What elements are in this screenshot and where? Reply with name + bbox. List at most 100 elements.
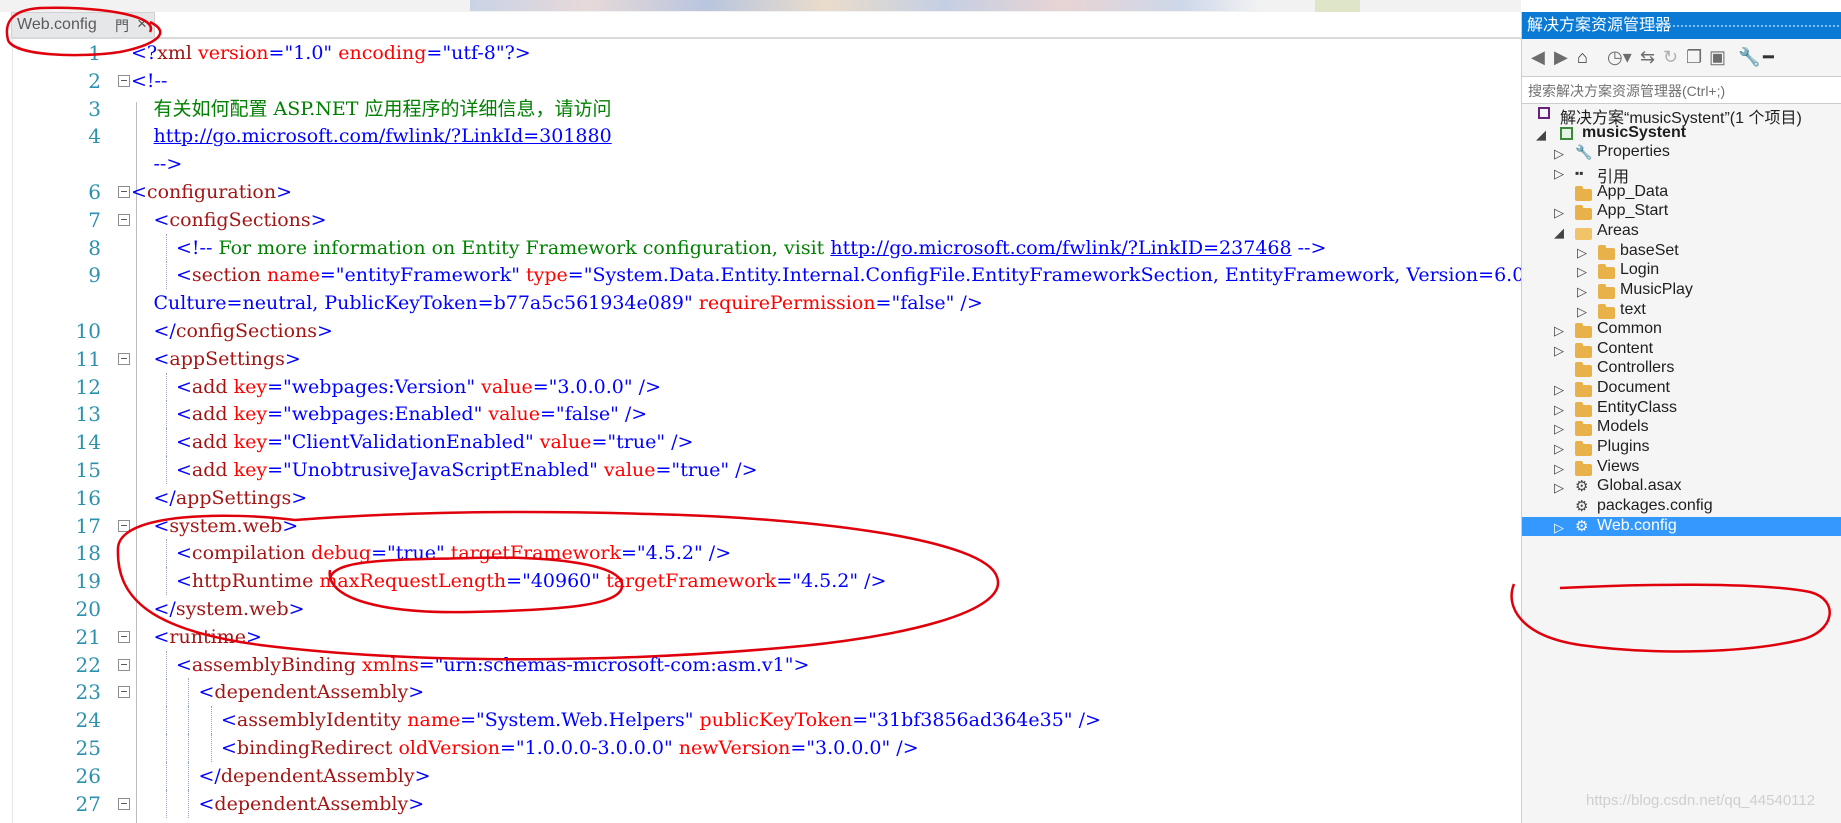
tree-item-label: musicSystent bbox=[1582, 123, 1687, 141]
code-token: name bbox=[260, 264, 320, 287]
code-line[interactable]: 2 <!-- bbox=[13, 67, 1522, 95]
code-line[interactable]: 13 <add key="webpages:Enabled" value="fal… bbox=[13, 400, 1522, 429]
history-icon[interactable]: ◷▾ bbox=[1607, 47, 1632, 67]
tree-item-selected[interactable]: ▷ ⚙ Web.config bbox=[1522, 516, 1841, 537]
code-line[interactable]: 8 <!-- For more information on Entity Fra… bbox=[13, 233, 1522, 262]
expand-arrow-icon[interactable]: ▷ bbox=[1554, 166, 1564, 182]
code-line[interactable]: 20 </system.web> bbox=[13, 595, 1522, 623]
code-line[interactable]: Culture=neutral, PublicKeyToken=b77a5c56… bbox=[13, 289, 1522, 317]
tree-item[interactable]: ◢ Areas bbox=[1522, 222, 1841, 242]
tree-item[interactable]: ▷ Common bbox=[1522, 320, 1841, 340]
forward-icon[interactable]: ▶ bbox=[1554, 47, 1568, 67]
tree-item[interactable]: ▷ MusicPlay bbox=[1522, 281, 1841, 301]
tree-item[interactable]: ▷ 🔧 Properties bbox=[1522, 143, 1841, 163]
solution-explorer-search[interactable] bbox=[1522, 76, 1841, 104]
tree-item[interactable]: ▷ ⚙ Global.asax bbox=[1522, 477, 1841, 497]
fold-toggle-icon[interactable] bbox=[118, 630, 130, 643]
tree-item[interactable]: ▷ Content bbox=[1522, 340, 1841, 360]
expand-arrow-icon[interactable]: ▷ bbox=[1554, 343, 1564, 359]
code-line[interactable]: 11 <appSettings> bbox=[13, 345, 1522, 373]
tree-item[interactable]: ▷ Login bbox=[1522, 261, 1841, 281]
code-line[interactable]: 21 <runtime> bbox=[13, 623, 1522, 651]
document-tab-web-config[interactable]: Web.config ⾨ × bbox=[11, 12, 155, 37]
tree-item[interactable]: ▷ Models bbox=[1522, 418, 1841, 438]
code-line[interactable]: 3 有关如何配置 ASP.NET 应用程序的详细信息，请访问 bbox=[13, 95, 1522, 123]
code-token: value bbox=[482, 403, 541, 426]
code-token: =" bbox=[591, 431, 617, 454]
properties-icon[interactable]: 🔧 bbox=[1738, 47, 1760, 67]
code-line[interactable]: 15 <add key="UnobtrusiveJavaScriptEnabled… bbox=[13, 456, 1522, 484]
home-icon[interactable]: ⌂ bbox=[1577, 47, 1588, 67]
code-line[interactable]: 12 <add key="webpages:Version" value="3.0… bbox=[13, 372, 1522, 401]
expand-arrow-icon[interactable]: ▷ bbox=[1554, 402, 1564, 418]
code-line[interactable]: 7 <configSections> bbox=[13, 206, 1522, 234]
fold-toggle-icon[interactable] bbox=[118, 352, 130, 365]
expand-arrow-icon[interactable]: ▷ bbox=[1554, 520, 1564, 536]
tree-item[interactable]: ▷ baseSet bbox=[1522, 242, 1841, 262]
tree-item[interactable]: ▷ Plugins bbox=[1522, 438, 1841, 458]
expand-arrow-icon[interactable]: ◢ bbox=[1536, 127, 1546, 143]
code-line[interactable]: 19 <httpRuntime maxRequestLength="40960" … bbox=[13, 567, 1522, 596]
code-line[interactable]: --> bbox=[13, 150, 1522, 178]
sync-icon[interactable]: ⇆ bbox=[1640, 47, 1655, 67]
code-line[interactable]: 23 <dependentAssembly> bbox=[13, 678, 1522, 707]
code-line[interactable]: 26 </dependentAssembly> bbox=[13, 761, 1522, 790]
expand-arrow-icon[interactable]: ▷ bbox=[1554, 441, 1564, 457]
show-all-files-icon[interactable]: ▣ bbox=[1709, 47, 1726, 67]
expand-arrow-icon[interactable]: ▷ bbox=[1577, 245, 1587, 261]
expand-arrow-icon[interactable]: ▷ bbox=[1554, 205, 1564, 221]
tree-item[interactable]: ▷ EntityClass bbox=[1522, 399, 1841, 419]
code-line[interactable]: 10 </configSections> bbox=[13, 317, 1522, 345]
code-line[interactable]: 18 <compilation debug="true" targetFramew… bbox=[13, 539, 1522, 568]
fold-toggle-icon[interactable] bbox=[118, 213, 130, 226]
expand-arrow-icon[interactable]: ▷ bbox=[1554, 421, 1564, 437]
expand-arrow-icon[interactable]: ▷ bbox=[1577, 284, 1587, 300]
expand-arrow-icon[interactable]: ▷ bbox=[1554, 480, 1564, 496]
close-tab-icon[interactable]: × bbox=[137, 14, 147, 34]
code-line[interactable]: 14 <add key="ClientValidationEnabled" val… bbox=[13, 428, 1522, 457]
fold-toggle-icon[interactable] bbox=[118, 519, 130, 532]
code-line[interactable]: 9 <section name="entityFramework" type="S… bbox=[13, 261, 1522, 290]
fold-toggle-icon[interactable] bbox=[118, 658, 130, 671]
tree-item[interactable]: ▷ ▪▪ 引用 bbox=[1522, 163, 1841, 186]
fold-toggle-icon[interactable] bbox=[118, 74, 130, 87]
solution-explorer-title-bar[interactable]: 解决方案资源管理器 bbox=[1522, 12, 1841, 39]
expand-arrow-icon[interactable]: ▷ bbox=[1577, 264, 1587, 280]
tree-item[interactable]: ◢ musicSystent bbox=[1522, 124, 1841, 144]
search-input[interactable] bbox=[1526, 80, 1840, 102]
code-line[interactable]: 6 <configuration> bbox=[13, 178, 1522, 206]
expand-arrow-icon[interactable]: ▷ bbox=[1554, 146, 1564, 162]
code-line[interactable]: 16 </appSettings> bbox=[13, 484, 1522, 512]
tree-item[interactable]: ▷ Document bbox=[1522, 379, 1841, 399]
code-line[interactable]: 1 <?xml version="1.0" encoding="utf-8"?> bbox=[13, 39, 1522, 67]
pin-tab-icon[interactable]: ⾨ bbox=[115, 16, 129, 36]
code-editor[interactable]: 1 <?xml version="1.0" encoding="utf-8"?> 2… bbox=[12, 39, 1522, 823]
fold-toggle-icon[interactable] bbox=[118, 797, 130, 810]
tree-item[interactable]: ▷ App_Start bbox=[1522, 202, 1841, 222]
code-line[interactable]: 22 <assemblyBinding xmlns="urn:schemas-mi… bbox=[13, 650, 1522, 679]
tree-item[interactable]: ▷ text bbox=[1522, 301, 1841, 321]
code-line[interactable]: 25 <bindingRedirect oldVersion="1.0.0.0-3… bbox=[13, 734, 1522, 762]
tree-item[interactable]: ▷ Views bbox=[1522, 458, 1841, 478]
back-icon[interactable]: ◀ bbox=[1531, 47, 1545, 67]
refresh-icon[interactable]: ↻ bbox=[1663, 47, 1678, 67]
expand-arrow-icon[interactable]: ◢ bbox=[1554, 225, 1564, 241]
tree-item[interactable]: 解决方案“musicSystent”(1 个项目) bbox=[1522, 104, 1841, 127]
pin-icon[interactable]: ━ bbox=[1763, 47, 1774, 67]
expand-arrow-icon[interactable]: ▷ bbox=[1554, 323, 1564, 339]
tree-item[interactable]: Controllers bbox=[1522, 359, 1841, 379]
tree-item[interactable]: App_Data bbox=[1522, 183, 1841, 203]
code-line[interactable]: 27 <dependentAssembly> bbox=[13, 789, 1522, 818]
code-line[interactable]: 4 http://go.microsoft.com/fwlink/?LinkId=… bbox=[13, 122, 1522, 150]
fold-toggle-icon[interactable] bbox=[118, 186, 130, 198]
tree-item[interactable]: ⚙ packages.config bbox=[1522, 497, 1841, 517]
expand-arrow-icon[interactable]: ▷ bbox=[1577, 304, 1587, 320]
code-line[interactable]: 17 <system.web> bbox=[13, 512, 1522, 540]
collapse-all-icon[interactable]: ❐ bbox=[1686, 47, 1702, 67]
code-line[interactable]: 24 <assemblyIdentity name="System.Web.Hel… bbox=[13, 706, 1522, 735]
expand-arrow-icon[interactable]: ▷ bbox=[1554, 461, 1564, 477]
expand-arrow-icon[interactable]: ▷ bbox=[1554, 382, 1564, 398]
fold-toggle-icon[interactable] bbox=[118, 686, 130, 699]
code-hyperlink[interactable]: http://go.microsoft.com/fwlink/?LinkId=3… bbox=[154, 125, 612, 147]
code-hyperlink[interactable]: http://go.microsoft.com/fwlink/?LinkID=2… bbox=[830, 237, 1291, 259]
